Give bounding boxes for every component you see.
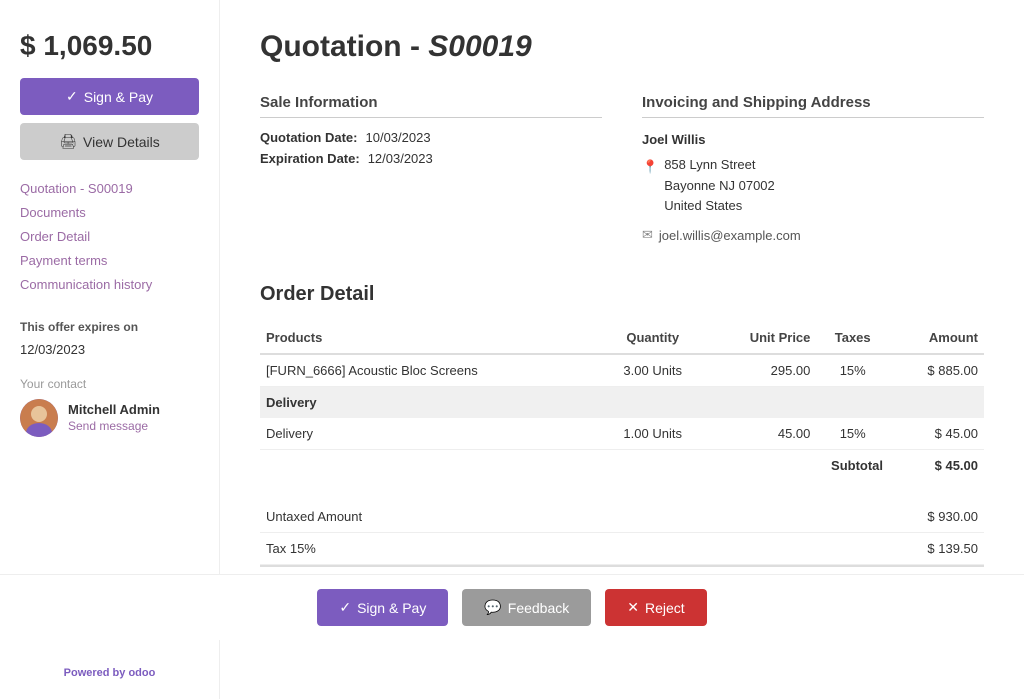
printer-icon: 🖨 bbox=[59, 133, 77, 150]
sidebar-item-payment-terms[interactable]: Payment terms bbox=[20, 252, 199, 270]
sale-info-title: Sale Information bbox=[260, 94, 602, 118]
address-line: 📍 858 Lynn Street Bayonne NJ 07002 Unite… bbox=[642, 155, 984, 217]
sidebar-item-communication-history[interactable]: Communication history bbox=[20, 276, 199, 294]
product-quantity: 3.00 Units bbox=[599, 354, 706, 387]
email-icon: ✉ bbox=[642, 227, 653, 243]
header-row: Products Quantity Unit Price Taxes Amoun… bbox=[260, 322, 984, 354]
col-amount: Amount bbox=[889, 322, 984, 354]
delivery-taxes: 15% bbox=[816, 418, 889, 450]
order-table: Products Quantity Unit Price Taxes Amoun… bbox=[260, 322, 984, 481]
table-header: Products Quantity Unit Price Taxes Amoun… bbox=[260, 322, 984, 354]
subtotal-value: $ 45.00 bbox=[889, 450, 984, 482]
send-message-link[interactable]: Send message bbox=[68, 419, 148, 433]
contact-info: Mitchell Admin Send message bbox=[20, 399, 199, 437]
subtotal-label: Subtotal bbox=[260, 450, 889, 482]
feedback-button-bottom[interactable]: 💬 Feedback bbox=[462, 589, 591, 626]
offer-date: 12/03/2023 bbox=[20, 342, 199, 357]
delivery-description: Delivery bbox=[260, 418, 599, 450]
avatar bbox=[20, 399, 58, 437]
powered-by: Powered by odoo bbox=[20, 667, 199, 679]
offer-expires-label: This offer expires on bbox=[20, 320, 199, 336]
quotation-date-row: Quotation Date: 10/03/2023 bbox=[260, 130, 602, 145]
contact-details: Mitchell Admin Send message bbox=[68, 402, 160, 435]
untaxed-row: Untaxed Amount $ 930.00 bbox=[260, 501, 984, 533]
reject-button-bottom[interactable]: ✕ Reject bbox=[605, 589, 706, 626]
view-details-button-sidebar[interactable]: 🖨 View Details bbox=[20, 123, 199, 160]
quotation-date-label: Quotation Date: bbox=[260, 130, 358, 145]
chat-icon: 💬 bbox=[484, 599, 501, 616]
address-city: Bayonne NJ 07002 bbox=[664, 176, 775, 197]
delivery-amount: $ 45.00 bbox=[889, 418, 984, 450]
invoice-info-title: Invoicing and Shipping Address bbox=[642, 94, 984, 118]
sidebar-item-quotation[interactable]: Quotation - S00019 bbox=[20, 180, 199, 198]
avatar-image bbox=[20, 399, 58, 437]
delivery-category-row: Delivery bbox=[260, 387, 984, 419]
product-amount: $ 885.00 bbox=[889, 354, 984, 387]
sale-information: Sale Information Quotation Date: 10/03/2… bbox=[260, 94, 602, 243]
delivery-category-label: Delivery bbox=[260, 387, 984, 419]
table-body: [FURN_6666] Acoustic Bloc Screens 3.00 U… bbox=[260, 354, 984, 481]
contact-label: Your contact bbox=[20, 377, 199, 391]
address-street: 858 Lynn Street bbox=[664, 155, 775, 176]
address-country: United States bbox=[664, 196, 775, 217]
sidebar-item-documents[interactable]: Documents bbox=[20, 204, 199, 222]
sidebar-item-order-detail[interactable]: Order Detail bbox=[20, 228, 199, 246]
sign-pay-button-bottom[interactable]: ✓ Sign & Pay bbox=[317, 589, 448, 626]
table-row: [FURN_6666] Acoustic Bloc Screens 3.00 U… bbox=[260, 354, 984, 387]
email-line: ✉ joel.willis@example.com bbox=[642, 227, 984, 243]
invoice-shipping-address: Invoicing and Shipping Address Joel Will… bbox=[642, 94, 984, 243]
product-taxes: 15% bbox=[816, 354, 889, 387]
checkmark-icon-bottom: ✓ bbox=[339, 599, 351, 616]
price-amount: $ 1,069.50 bbox=[20, 30, 199, 62]
sign-pay-button-sidebar[interactable]: ✓ Sign & Pay bbox=[20, 78, 199, 115]
delivery-quantity: 1.00 Units bbox=[599, 418, 706, 450]
tax-value: $ 139.50 bbox=[927, 541, 978, 556]
col-unit-price: Unit Price bbox=[706, 322, 816, 354]
email-address: joel.willis@example.com bbox=[659, 228, 801, 243]
tax-row: Tax 15% $ 139.50 bbox=[260, 533, 984, 565]
address-block: Joel Willis 📍 858 Lynn Street Bayonne NJ… bbox=[642, 130, 984, 217]
quotation-date-value: 10/03/2023 bbox=[366, 130, 431, 145]
expiration-date-row: Expiration Date: 12/03/2023 bbox=[260, 151, 602, 166]
order-detail-section: Order Detail Products Quantity Unit Pric… bbox=[260, 283, 984, 599]
bottom-bar: ✓ Sign & Pay 💬 Feedback ✕ Reject bbox=[0, 574, 1024, 640]
expiration-date-label: Expiration Date: bbox=[260, 151, 360, 166]
sidebar-navigation: Quotation - S00019 Documents Order Detai… bbox=[20, 180, 199, 300]
untaxed-value: $ 930.00 bbox=[927, 509, 978, 524]
delivery-unit-price: 45.00 bbox=[706, 418, 816, 450]
subtotal-row: Subtotal $ 45.00 bbox=[260, 450, 984, 482]
col-quantity: Quantity bbox=[599, 322, 706, 354]
expiration-date-value: 12/03/2023 bbox=[368, 151, 433, 166]
order-detail-title: Order Detail bbox=[260, 283, 984, 306]
location-icon: 📍 bbox=[642, 157, 658, 178]
recipient-name: Joel Willis bbox=[642, 130, 984, 151]
table-row: Delivery 1.00 Units 45.00 15% $ 45.00 bbox=[260, 418, 984, 450]
checkmark-icon: ✓ bbox=[66, 88, 78, 105]
tax-label: Tax 15% bbox=[266, 541, 316, 556]
untaxed-label: Untaxed Amount bbox=[266, 509, 362, 524]
product-description: [FURN_6666] Acoustic Bloc Screens bbox=[260, 354, 599, 387]
contact-name: Mitchell Admin bbox=[68, 402, 160, 417]
col-taxes: Taxes bbox=[816, 322, 889, 354]
col-products: Products bbox=[260, 322, 599, 354]
product-unit-price: 295.00 bbox=[706, 354, 816, 387]
page-title: Quotation - S00019 bbox=[260, 30, 984, 64]
close-icon: ✕ bbox=[627, 599, 639, 616]
address-text: 858 Lynn Street Bayonne NJ 07002 United … bbox=[664, 155, 775, 217]
info-section: Sale Information Quotation Date: 10/03/2… bbox=[260, 94, 984, 243]
